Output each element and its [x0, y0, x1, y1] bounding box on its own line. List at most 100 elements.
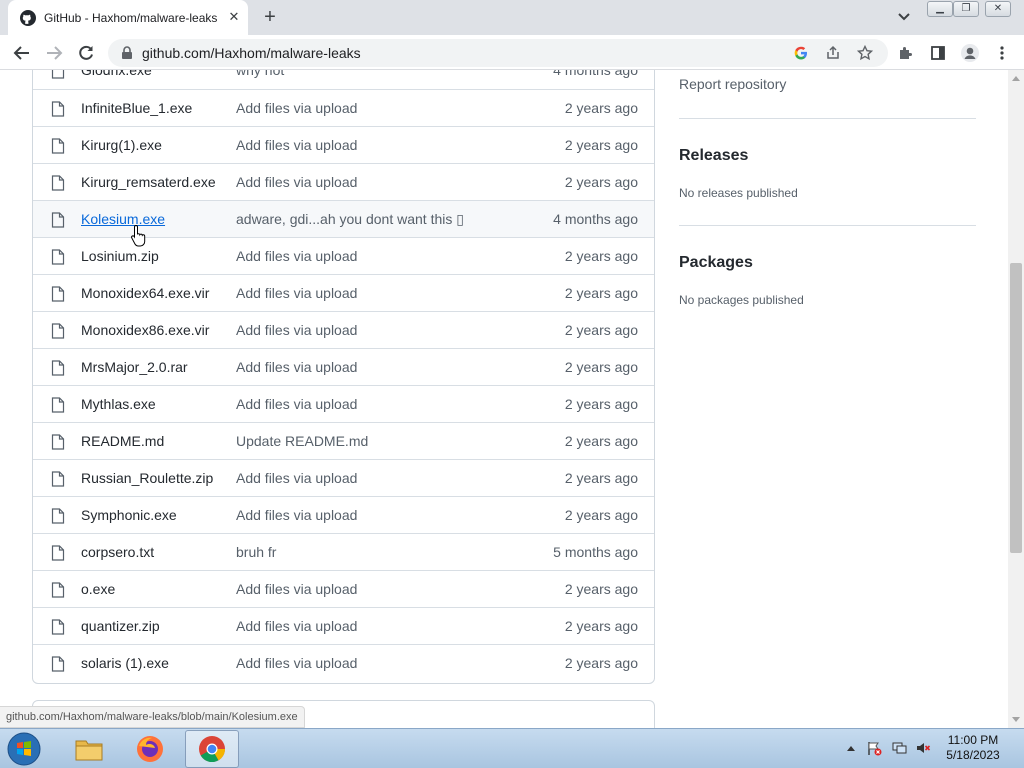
- file-row[interactable]: solaris (1).exe Add files via upload 2 yea…: [33, 644, 654, 681]
- close-tab-icon[interactable]: ✕: [226, 9, 242, 25]
- lock-icon[interactable]: [120, 46, 134, 60]
- network-icon[interactable]: [890, 737, 908, 759]
- show-hidden-icons-icon[interactable]: [842, 737, 860, 759]
- volume-muted-icon[interactable]: [914, 737, 932, 759]
- kebab-menu-icon[interactable]: [992, 43, 1012, 63]
- commit-message-link[interactable]: Add files via upload: [236, 248, 357, 264]
- file-row[interactable]: Losinium.zip Add files via upload 2 years …: [33, 237, 654, 274]
- file-icon: [51, 249, 65, 265]
- file-name-link[interactable]: Kirurg_remsaterd.exe: [81, 174, 216, 190]
- file-name-link[interactable]: MrsMajor_2.0.rar: [81, 359, 188, 375]
- commit-message-link[interactable]: Add files via upload: [236, 137, 357, 153]
- file-name-link[interactable]: Mythlas.exe: [81, 396, 156, 412]
- bookmark-star-icon[interactable]: [856, 44, 874, 62]
- file-row[interactable]: README.md Update README.md 2 years ago: [33, 422, 654, 459]
- file-icon: [51, 619, 65, 635]
- file-name-link[interactable]: solaris (1).exe: [81, 655, 169, 671]
- windows-taskbar: 11:00 PM 5/18/2023: [0, 728, 1024, 768]
- taskbar-clock[interactable]: 11:00 PM 5/18/2023: [938, 733, 1008, 763]
- commit-message-link[interactable]: Add files via upload: [236, 100, 357, 116]
- file-row[interactable]: MrsMajor_2.0.rar Add files via upload 2 ye…: [33, 348, 654, 385]
- back-icon[interactable]: [9, 40, 35, 66]
- file-name-link[interactable]: Glodrix.exe: [81, 70, 152, 78]
- file-row[interactable]: Monoxidex86.exe.vir Add files via upload 2…: [33, 311, 654, 348]
- file-icon: [51, 656, 65, 672]
- scroll-down-icon[interactable]: [1012, 717, 1020, 722]
- file-row[interactable]: corpsero.txt bruh fr 5 months ago: [33, 533, 654, 570]
- file-name-link[interactable]: Symphonic.exe: [81, 507, 177, 523]
- file-icon: [51, 138, 65, 154]
- commit-message-link[interactable]: Add files via upload: [236, 618, 357, 634]
- file-row[interactable]: Glodrix.exe why not 4 months ago: [33, 70, 654, 89]
- firefox-icon[interactable]: [123, 730, 177, 768]
- file-name-link[interactable]: InfiniteBlue_1.exe: [81, 100, 192, 116]
- commit-message-link[interactable]: Add files via upload: [236, 655, 357, 671]
- new-tab-icon[interactable]: +: [258, 6, 282, 30]
- file-row[interactable]: Monoxidex64.exe.vir Add files via upload 2…: [33, 274, 654, 311]
- commit-message-link[interactable]: bruh fr: [236, 544, 276, 560]
- commit-age: 4 months ago: [553, 70, 638, 78]
- file-name-link[interactable]: Monoxidex86.exe.vir: [81, 322, 209, 338]
- address-bar[interactable]: github.com/Haxhom/malware-leaks: [108, 39, 888, 67]
- file-explorer-icon[interactable]: [62, 730, 116, 768]
- commit-message-link[interactable]: Update README.md: [236, 433, 368, 449]
- extensions-puzzle-icon[interactable]: [896, 43, 916, 63]
- file-name-link[interactable]: Russian_Roulette.zip: [81, 470, 213, 486]
- commit-message-link[interactable]: Add files via upload: [236, 396, 357, 412]
- file-name-link[interactable]: Kolesium.exe: [81, 211, 165, 227]
- file-name-link[interactable]: Kirurg(1).exe: [81, 137, 162, 153]
- file-name-link[interactable]: Losinium.zip: [81, 248, 159, 264]
- commit-message-link[interactable]: Add files via upload: [236, 470, 357, 486]
- commit-message-link[interactable]: Add files via upload: [236, 174, 357, 190]
- forward-icon[interactable]: [41, 40, 67, 66]
- commit-message-link[interactable]: adware, gdi...ah you dont want this ▯: [236, 211, 464, 228]
- windows-start-icon[interactable]: [4, 730, 44, 768]
- clock-time: 11:00 PM: [947, 733, 999, 747]
- packages-title[interactable]: Packages: [679, 254, 753, 272]
- restore-icon[interactable]: ❐: [953, 1, 979, 17]
- file-name-link[interactable]: corpsero.txt: [81, 544, 154, 560]
- file-row[interactable]: quantizer.zip Add files via upload 2 years…: [33, 607, 654, 644]
- file-icon: [51, 434, 65, 450]
- commit-message-link[interactable]: Add files via upload: [236, 285, 357, 301]
- side-panel-icon[interactable]: [928, 43, 948, 63]
- close-window-icon[interactable]: ✕: [985, 1, 1011, 17]
- minimize-icon[interactable]: ▁: [927, 1, 953, 17]
- scrollbar-thumb[interactable]: [1010, 263, 1022, 553]
- tab-github[interactable]: GitHub - Haxhom/malware-leaks ✕: [8, 0, 248, 35]
- file-row[interactable]: Kolesium.exe adware, gdi...ah you dont wa…: [33, 200, 654, 237]
- file-row[interactable]: Russian_Roulette.zip Add files via upload…: [33, 459, 654, 496]
- google-icon[interactable]: [792, 44, 810, 62]
- file-name-link[interactable]: o.exe: [81, 581, 115, 597]
- commit-message-link[interactable]: Add files via upload: [236, 581, 357, 597]
- vertical-scrollbar[interactable]: [1008, 70, 1024, 728]
- file-row[interactable]: Symphonic.exe Add files via upload 2 years…: [33, 496, 654, 533]
- file-row[interactable]: Kirurg(1).exe Add files via upload 2 years…: [33, 126, 654, 163]
- file-row[interactable]: InfiniteBlue_1.exe Add files via upload 2 …: [33, 89, 654, 126]
- url-text[interactable]: github.com/Haxhom/malware-leaks: [142, 45, 361, 61]
- releases-title[interactable]: Releases: [679, 147, 748, 165]
- commit-age: 2 years ago: [564, 359, 638, 375]
- file-name-link[interactable]: README.md: [81, 433, 164, 449]
- file-row[interactable]: Mythlas.exe Add files via upload 2 years a…: [33, 385, 654, 422]
- file-row[interactable]: o.exe Add files via upload 2 years ago: [33, 570, 654, 607]
- file-name-link[interactable]: quantizer.zip: [81, 618, 160, 634]
- file-icon: [51, 471, 65, 487]
- commit-message-link[interactable]: Add files via upload: [236, 322, 357, 338]
- share-icon[interactable]: [824, 44, 842, 62]
- profile-avatar-icon[interactable]: [960, 43, 980, 63]
- reload-icon[interactable]: [73, 40, 99, 66]
- chevron-down-icon[interactable]: [893, 8, 915, 26]
- file-name-link[interactable]: Monoxidex64.exe.vir: [81, 285, 209, 301]
- file-row[interactable]: Kirurg_remsaterd.exe Add files via upload…: [33, 163, 654, 200]
- report-repository-link[interactable]: Report repository: [679, 76, 786, 92]
- commit-message-link[interactable]: Add files via upload: [236, 359, 357, 375]
- tab-strip: GitHub - Haxhom/malware-leaks ✕ + ▁ ❐ ✕: [0, 0, 1024, 35]
- action-center-flag-icon[interactable]: [865, 737, 883, 759]
- file-icon: [51, 582, 65, 598]
- commit-age: 2 years ago: [564, 618, 638, 634]
- commit-message-link[interactable]: Add files via upload: [236, 507, 357, 523]
- scroll-up-icon[interactable]: [1012, 76, 1020, 81]
- chrome-icon[interactable]: [185, 730, 239, 768]
- commit-message-link[interactable]: why not: [236, 70, 284, 78]
